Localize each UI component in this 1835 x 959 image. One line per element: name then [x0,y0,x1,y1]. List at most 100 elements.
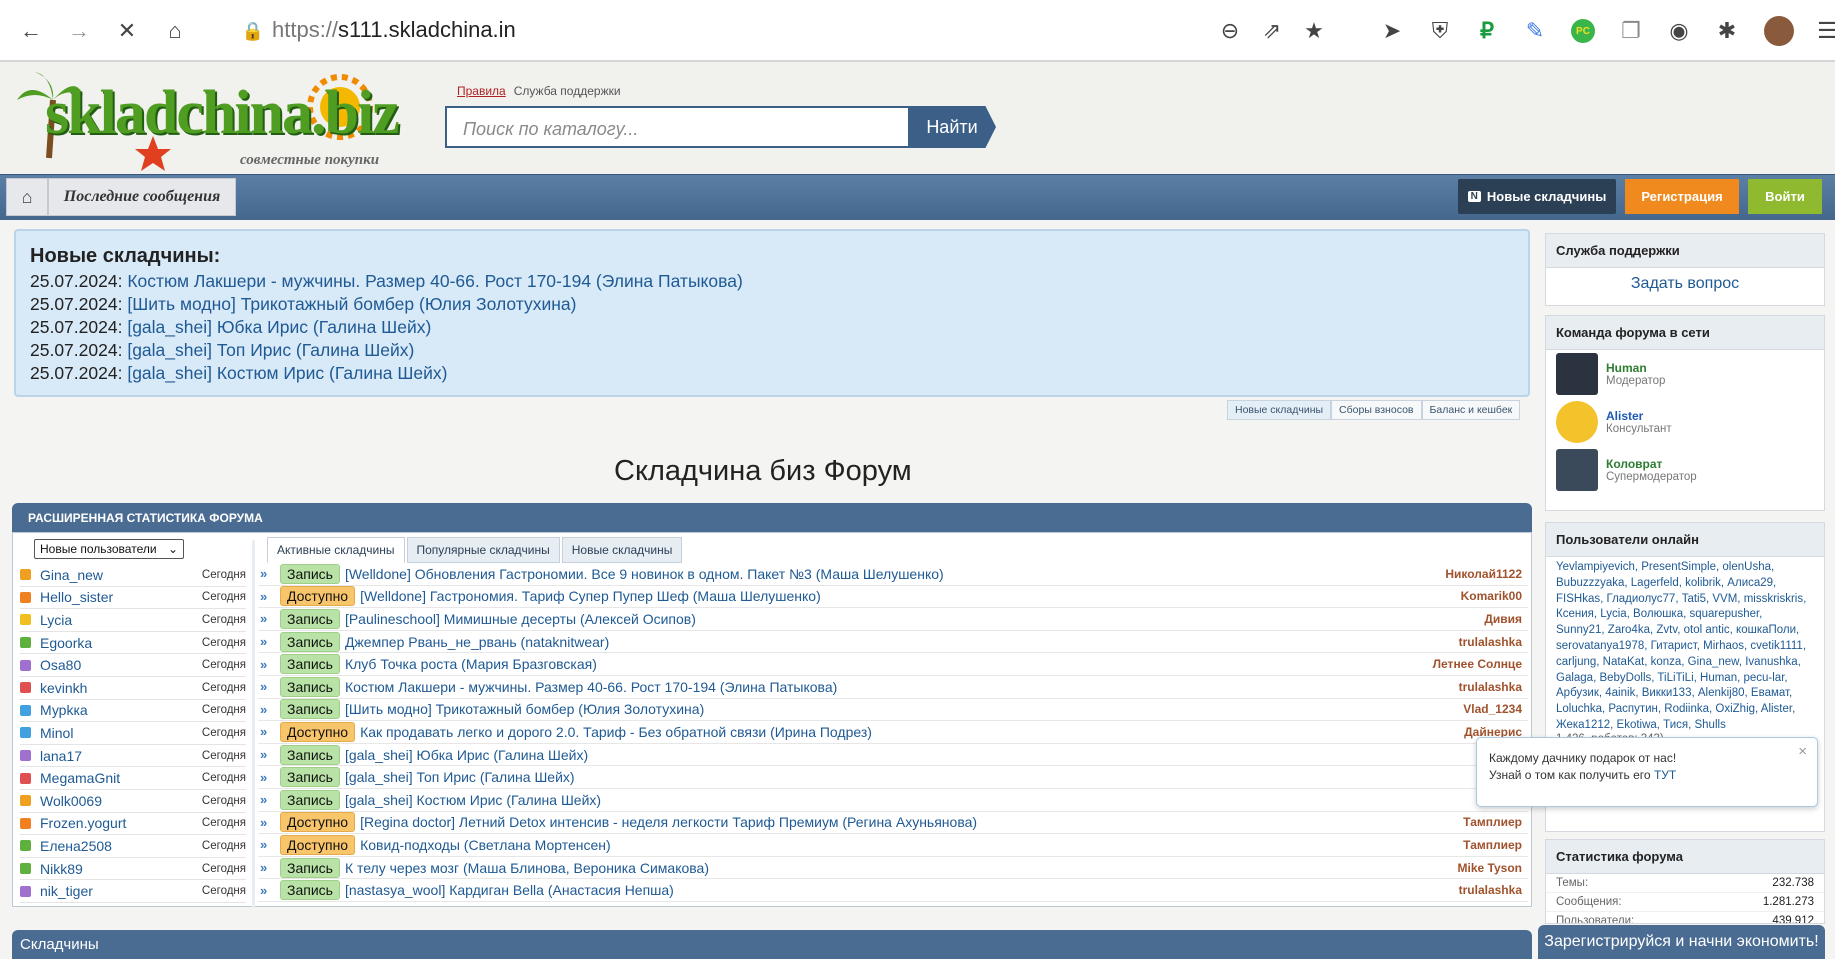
topic-author[interactable]: Летнее Солнце [1433,657,1522,671]
topic-link[interactable]: Клуб Точка роста (Мария Бразговская) [345,656,1433,672]
online-users-list[interactable]: Yevlampiyevich, PresentSimple, olenUsha,… [1546,557,1824,735]
topic-author[interactable]: trulalashka [1459,680,1522,694]
topic-link[interactable]: [Шить модно] Трикотажный бомбер (Юлия Зо… [345,701,1463,717]
tab-popular[interactable]: Популярные складчины [406,537,560,563]
topic-row[interactable]: » Запись Джемпер Рвань_не_рвань (nataknitw… [258,631,1528,654]
user-row[interactable]: Osa80 Сегодня [20,654,246,677]
user-row[interactable]: Minol Сегодня [20,722,246,745]
stop-icon[interactable]: ✕ [110,14,144,48]
user-row[interactable]: Egoorka Сегодня [20,632,246,655]
user-name[interactable]: Osa80 [40,657,202,673]
topic-row[interactable]: » Запись [gala_shei] Костюм Ирис (Галина Ш… [258,789,1528,812]
tab-new[interactable]: Новые складчины [561,537,683,563]
user-name[interactable]: Hello_sister [40,589,202,605]
copy-extension-icon[interactable]: ❐ [1614,14,1648,48]
topic-author[interactable]: Тамплиер [1463,838,1522,852]
user-name[interactable]: nik_tiger [40,883,202,899]
lock-icon[interactable]: 🔒 [236,14,270,48]
users-filter-select[interactable]: Новые пользователи ⌄ [34,539,184,559]
notice-link[interactable]: [Шить модно] Трикотажный бомбер (Юлия Зо… [127,294,576,314]
rules-link[interactable]: Правила [457,84,506,98]
user-name[interactable]: Minol [40,725,202,741]
register-banner[interactable]: Зарегистрируйся и начни экономить! [1538,925,1825,959]
back-icon[interactable]: ← [14,14,48,48]
topic-link[interactable]: [gala_shei] Юбка Ирис (Галина Шейх) [345,747,1506,763]
topic-author[interactable]: Vlad_1234 [1463,702,1522,716]
zoom-out-icon[interactable]: ⊖ [1213,14,1247,48]
topic-row[interactable]: » Доступно Как продавать легко и дорого 2.… [258,721,1528,744]
user-row[interactable]: Wolk0069 Сегодня [20,790,246,813]
user-row[interactable]: kevinkh Сегодня [20,677,246,700]
popup-link[interactable]: ТУТ [1654,768,1676,782]
topic-row[interactable]: » Запись К телу через мозг (Маша Блинова, … [258,857,1528,880]
user-row[interactable]: MegamaGnit Сегодня [20,767,246,790]
topic-row[interactable]: » Запись Клуб Точка роста (Мария Бразговск… [258,653,1528,676]
search-input[interactable]: Поиск по каталогу... [445,106,910,148]
bookmark-star-icon[interactable]: ★ [1297,14,1331,48]
home-icon[interactable]: ⌂ [158,14,192,48]
user-row[interactable]: Hello_sister Сегодня [20,587,246,610]
topic-link[interactable]: [gala_shei] Топ Ирис (Галина Шейх) [345,769,1506,785]
section-skladchiny-header[interactable]: Складчины [12,930,1532,959]
topic-link[interactable]: [Regina doctor] Летний Detox интенсив - … [360,814,1463,830]
user-name[interactable]: Gina_new [40,567,202,583]
tab-active[interactable]: Активные складчины [267,537,405,563]
team-member[interactable]: Alister Консультант [1546,398,1824,446]
user-row[interactable]: Lycia Сегодня [20,609,246,632]
team-member[interactable]: Коловрат Супермодератор [1546,446,1824,494]
topic-link[interactable]: Ковид-подходы (Светлана Мортенсен) [360,837,1463,853]
ruble-extension-icon[interactable]: ₽ [1470,14,1504,48]
pc-extension-icon[interactable]: PC [1566,14,1600,48]
register-button[interactable]: Регистрация [1625,179,1739,214]
tab-new-skladchiny[interactable]: Новые складчины [1227,400,1332,420]
topic-link[interactable]: Джемпер Рвань_не_рвань (nataknitwear) [345,634,1459,650]
last-messages-button[interactable]: Последние сообщения [48,178,236,216]
notice-link[interactable]: [gala_shei] Костюм Ирис (Галина Шейх) [127,363,447,383]
tab-balance[interactable]: Баланс и кешбек [1421,400,1521,420]
notice-link[interactable]: Костюм Лакшери - мужчины. Размер 40-66. … [127,271,742,291]
notice-link[interactable]: [gala_shei] Юбка Ирис (Галина Шейх) [127,317,431,337]
search-button[interactable]: Найти [908,106,996,148]
glasses-extension-icon[interactable]: ◉ [1662,14,1696,48]
topic-row[interactable]: » Запись [Welldone] Обновления Гастрономии… [258,563,1528,586]
puzzle-icon[interactable]: ✱ [1710,14,1744,48]
topic-row[interactable]: » Запись [nastasya_wool] Кардиган Bella (А… [258,879,1528,902]
user-name[interactable]: Nikk89 [40,861,202,877]
user-row[interactable]: Gina_new Сегодня [20,564,246,587]
topic-author[interactable]: trulalashka [1459,635,1522,649]
topic-author[interactable]: Николай1122 [1445,567,1522,581]
user-name[interactable]: kevinkh [40,680,202,696]
user-row[interactable]: Елена2508 Сегодня [20,835,246,858]
topic-author[interactable]: Дивия [1484,612,1522,626]
share-icon[interactable]: ⇗ [1255,14,1289,48]
translate-icon[interactable]: ✎ [1518,14,1552,48]
user-row[interactable]: Мурkка Сегодня [20,700,246,723]
topic-link[interactable]: [gala_shei] Костюм Ирис (Галина Шейх) [345,792,1506,808]
topic-link[interactable]: К телу через мозг (Маша Блинова, Вероник… [345,860,1458,876]
topic-row[interactable]: » Доступно [Welldone] Гастрономия. Тариф С… [258,586,1528,609]
login-button[interactable]: Войти [1748,179,1822,214]
new-skladchiny-button[interactable]: N Новые складчины [1458,179,1616,214]
forward-icon[interactable]: → [62,14,96,48]
user-name[interactable]: lana17 [40,748,202,764]
ask-question-link[interactable]: Задать вопрос [1546,268,1824,300]
topic-author[interactable]: trulalashka [1459,883,1522,897]
user-name[interactable]: Wolk0069 [40,793,202,809]
rocket-icon[interactable]: ➤ [1375,14,1409,48]
topic-link[interactable]: [Welldone] Гастрономия. Тариф Супер Пупе… [360,588,1461,604]
close-icon[interactable]: × [1798,743,1807,760]
user-row[interactable]: lana17 Сегодня [20,745,246,768]
topic-link[interactable]: Костюм Лакшери - мужчины. Размер 40-66. … [345,679,1459,695]
tab-contributions[interactable]: Сборы взносов [1331,400,1422,420]
address-bar[interactable]: https://s111.skladchina.in [272,17,516,43]
user-row[interactable]: Nikk89 Сегодня [20,858,246,881]
user-name[interactable]: Мурkка [40,702,202,718]
nav-home-button[interactable]: ⌂ [6,178,48,216]
topic-row[interactable]: » Запись [Paulineschool] Мимишные десерты … [258,608,1528,631]
user-name[interactable]: Елена2508 [40,838,202,854]
support-link[interactable]: Служба поддержки [514,84,621,98]
site-logo[interactable]: skladchina.biz совместные покупки [15,70,410,171]
topic-link[interactable]: [Paulineschool] Мимишные десерты (Алексе… [345,611,1484,627]
user-name[interactable]: Lycia [40,612,202,628]
topic-author[interactable]: Komarik00 [1461,589,1522,603]
